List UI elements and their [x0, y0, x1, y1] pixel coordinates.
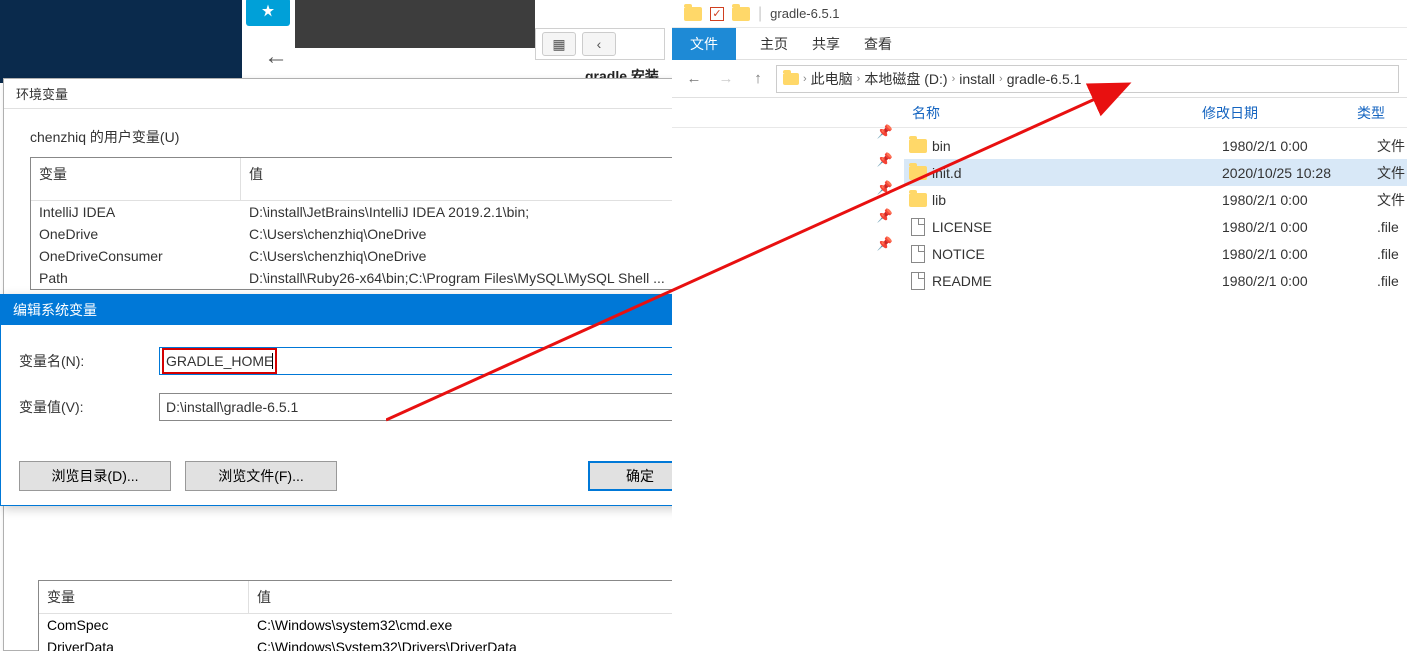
file-date: 1980/2/1 0:00 — [1222, 273, 1377, 289]
breadcrumb-item[interactable]: install — [959, 71, 995, 87]
bookmark-icon-button[interactable] — [246, 0, 290, 26]
folder-icon — [909, 166, 927, 180]
ribbon-tab-share[interactable]: 共享 — [812, 34, 840, 54]
file-type: 文件 — [1377, 163, 1407, 183]
browse-file-button[interactable]: 浏览文件(F)... — [185, 461, 337, 491]
ribbon-tab-home[interactable]: 主页 — [760, 34, 788, 54]
system-vars-table[interactable]: 变量 值 ComSpecC:\Windows\system32\cmd.exeD… — [38, 580, 768, 651]
folder-icon — [909, 139, 927, 153]
folder-icon — [909, 193, 927, 207]
file-date: 2020/10/25 10:28 — [1222, 165, 1377, 181]
explorer-window-title: gradle-6.5.1 — [770, 6, 839, 21]
file-icon — [911, 245, 925, 263]
file-row[interactable]: bin1980/2/1 0:00文件 — [904, 132, 1407, 159]
file-date: 1980/2/1 0:00 — [1222, 192, 1377, 208]
file-name: LICENSE — [932, 219, 1222, 235]
file-name: NOTICE — [932, 246, 1222, 262]
user-vars-label: chenzhiq 的用户变量(U) — [30, 127, 769, 147]
env-dialog-title: 环境变量 — [16, 84, 68, 103]
file-row[interactable]: NOTICE1980/2/1 0:00.file — [904, 240, 1407, 267]
nav-up-button[interactable]: ↑ — [744, 66, 772, 92]
browse-dir-button[interactable]: 浏览目录(D)... — [19, 461, 171, 491]
table-row[interactable]: ComSpecC:\Windows\system32\cmd.exe — [39, 614, 767, 636]
file-row[interactable]: init.d2020/10/25 10:28文件 — [904, 159, 1407, 186]
col-header-name[interactable]: 变量 — [39, 581, 249, 613]
file-date: 1980/2/1 0:00 — [1222, 219, 1377, 235]
folder-icon — [783, 73, 799, 85]
file-explorer-window: ✓ | gradle-6.5.1 文件 主页 共享 查看 ← → ↑ › 此电脑… — [672, 0, 1407, 651]
var-name-label: 变量名(N): — [19, 351, 159, 371]
file-type: .file — [1377, 219, 1407, 235]
browser-tab-dark — [295, 0, 535, 48]
table-row[interactable]: OneDriveConsumerC:\Users\chenzhiq\OneDri… — [31, 245, 768, 267]
file-list-columns: 名称 修改日期 类型 — [672, 98, 1407, 128]
pin-icon[interactable]: 📌 — [877, 124, 893, 140]
var-name-cell: OneDriveConsumer — [31, 245, 241, 267]
nav-back-button[interactable]: ← — [680, 66, 708, 92]
dark-side-panel — [0, 0, 242, 83]
var-name-cell: IntelliJ IDEA — [31, 201, 241, 223]
user-vars-table[interactable]: 变量 值 IntelliJ IDEAD:\install\JetBrains\I… — [30, 157, 769, 290]
var-name-cell: ComSpec — [39, 614, 249, 636]
background-browser-area: ← ▦ ‹ gradle 安装程 — [0, 0, 672, 83]
var-name-cell: DriverData — [39, 636, 249, 651]
edit-dialog-title: 编辑系统变量 — [13, 300, 97, 320]
file-date: 1980/2/1 0:00 — [1222, 246, 1377, 262]
chevron-left-button[interactable]: ‹ — [582, 32, 616, 56]
chevron-right-icon: › — [803, 73, 807, 85]
table-row[interactable]: DriverDataC:\Windows\System32\Drivers\Dr… — [39, 636, 767, 651]
folder-icon — [684, 7, 702, 21]
file-icon — [911, 218, 925, 236]
file-type: .file — [1377, 246, 1407, 262]
checkbox-icon[interactable]: ✓ — [710, 7, 724, 21]
table-row[interactable]: IntelliJ IDEAD:\install\JetBrains\Intell… — [31, 201, 768, 223]
file-name: init.d — [932, 165, 1222, 181]
table-row[interactable]: PathD:\install\Ruby26-x64\bin;C:\Program… — [31, 267, 768, 289]
table-row[interactable]: OneDriveC:\Users\chenzhiq\OneDrive — [31, 223, 768, 245]
nav-forward-button[interactable]: → — [712, 66, 740, 92]
pin-icon[interactable]: 📌 — [877, 208, 893, 224]
explorer-separator: | — [758, 5, 762, 23]
file-date: 1980/2/1 0:00 — [1222, 138, 1377, 154]
toolbar-strip: ▦ ‹ — [535, 28, 665, 60]
ribbon-tab-file[interactable]: 文件 — [672, 28, 736, 60]
file-type: 文件 — [1377, 136, 1407, 156]
col-header-name[interactable]: 名称 — [912, 103, 1202, 123]
var-value-label: 变量值(V): — [19, 397, 159, 417]
chevron-right-icon: › — [857, 73, 861, 85]
file-row[interactable]: lib1980/2/1 0:00文件 — [904, 186, 1407, 213]
col-header-type[interactable]: 类型 — [1357, 103, 1407, 123]
file-type: 文件 — [1377, 190, 1407, 210]
var-name-cell: Path — [31, 267, 241, 289]
var-name-cell: OneDrive — [31, 223, 241, 245]
pin-icon[interactable]: 📌 — [877, 236, 893, 252]
breadcrumb-item[interactable]: 此电脑 — [811, 69, 853, 89]
address-bar[interactable]: › 此电脑 › 本地磁盘 (D:) › install › gradle-6.5… — [776, 65, 1399, 93]
file-name: bin — [932, 138, 1222, 154]
file-row[interactable]: LICENSE1980/2/1 0:00.file — [904, 213, 1407, 240]
col-header-date[interactable]: 修改日期 — [1202, 103, 1357, 123]
pin-icon[interactable]: 📌 — [877, 180, 893, 196]
explorer-breadcrumb-bar: ← → ↑ › 此电脑 › 本地磁盘 (D:) › install › grad… — [672, 60, 1407, 98]
pin-icon[interactable]: 📌 — [877, 152, 893, 168]
col-header-name[interactable]: 变量 — [31, 158, 241, 200]
file-list[interactable]: bin1980/2/1 0:00文件init.d2020/10/25 10:28… — [904, 132, 1407, 294]
breadcrumb-item[interactable]: 本地磁盘 (D:) — [864, 69, 947, 89]
file-type: .file — [1377, 273, 1407, 289]
explorer-titlebar[interactable]: ✓ | gradle-6.5.1 — [672, 0, 1407, 28]
file-name: lib — [932, 192, 1222, 208]
grid-button[interactable]: ▦ — [542, 32, 576, 56]
file-icon — [911, 272, 925, 290]
file-name: README — [932, 273, 1222, 289]
quick-access-pins: 📌 📌 📌 📌 📌 — [868, 124, 902, 252]
chevron-right-icon: › — [999, 73, 1003, 85]
folder-icon — [732, 7, 750, 21]
breadcrumb-item[interactable]: gradle-6.5.1 — [1007, 71, 1082, 87]
chevron-right-icon: › — [952, 73, 956, 85]
back-arrow-icon[interactable]: ← — [264, 43, 288, 71]
file-row[interactable]: README1980/2/1 0:00.file — [904, 267, 1407, 294]
explorer-ribbon: 文件 主页 共享 查看 — [672, 28, 1407, 60]
ribbon-tab-view[interactable]: 查看 — [864, 34, 892, 54]
